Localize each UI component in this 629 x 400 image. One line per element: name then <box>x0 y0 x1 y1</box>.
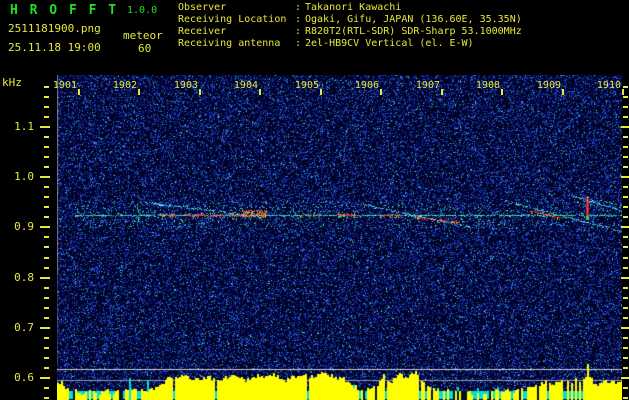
right-freq-minor-tick <box>623 267 628 269</box>
right-freq-minor-tick <box>623 397 628 399</box>
freq-minor-tick <box>44 387 49 389</box>
time-tick <box>622 89 624 95</box>
freq-minor-tick <box>44 206 49 208</box>
right-freq-minor-tick <box>623 186 628 188</box>
freq-minor-tick <box>44 307 49 309</box>
right-freq-minor-tick <box>623 357 628 359</box>
freq-minor-tick <box>44 196 49 198</box>
freq-minor-tick <box>44 106 49 108</box>
station-info-row: Observer: Takanori Kawachi <box>178 2 522 14</box>
right-freq-minor-tick <box>623 287 628 289</box>
spectrogram-canvas <box>57 75 622 400</box>
right-freq-minor-tick <box>623 236 628 238</box>
station-info-row: Receiving Location: Ogaki, Gifu, JAPAN (1… <box>178 14 522 26</box>
hrofft-window: H R O F F T 1.0.0 2511181900.png meteor … <box>0 0 629 400</box>
info-value: R820T2(RTL-SDR) SDR-Sharp 53.1000MHz <box>305 26 522 37</box>
freq-axis-label: 0.7 <box>14 321 34 334</box>
station-info-row: Receiver: R820T2(RTL-SDR) SDR-Sharp 53.10… <box>178 26 522 38</box>
output-filename: 2511181900.png <box>8 22 101 35</box>
freq-unit-label: kHz <box>2 76 22 89</box>
freq-minor-tick <box>44 287 49 289</box>
right-freq-minor-tick <box>623 106 628 108</box>
right-freq-minor-tick <box>623 257 628 259</box>
station-info: Observer: Takanori Kawachi Receiving Loca… <box>178 2 522 50</box>
station-info-row: Receiving antenna:2el-HB9CV Vertical (el… <box>178 38 522 50</box>
right-freq-major-tick <box>621 327 629 329</box>
right-freq-minor-tick <box>623 246 628 248</box>
info-label: Receiving Location <box>178 14 287 25</box>
freq-minor-tick <box>44 246 49 248</box>
freq-major-tick <box>40 126 50 128</box>
freq-major-tick <box>40 176 50 178</box>
freq-minor-tick <box>44 186 49 188</box>
right-freq-major-tick <box>621 226 629 228</box>
right-freq-minor-tick <box>623 297 628 299</box>
freq-major-tick <box>40 377 50 379</box>
right-freq-minor-tick <box>623 317 628 319</box>
info-label: Observer <box>178 2 227 13</box>
freq-minor-tick <box>44 86 49 88</box>
right-freq-minor-tick <box>623 156 628 158</box>
freq-major-tick <box>40 277 50 279</box>
freq-minor-tick <box>44 357 49 359</box>
right-freq-minor-tick <box>623 367 628 369</box>
right-freq-minor-tick <box>623 307 628 309</box>
freq-axis-label: 0.6 <box>14 371 34 384</box>
right-freq-minor-tick <box>623 136 628 138</box>
freq-axis-label: 1.1 <box>14 120 34 133</box>
freq-minor-tick <box>44 96 49 98</box>
freq-minor-tick <box>44 297 49 299</box>
freq-minor-tick <box>44 397 49 399</box>
info-colon: : <box>295 38 302 49</box>
freq-major-tick <box>40 226 50 228</box>
right-freq-major-tick <box>621 126 629 128</box>
info-value: Ogaki, Gifu, JAPAN (136.60E, 35.35N) <box>305 14 522 25</box>
freq-minor-tick <box>44 347 49 349</box>
freq-minor-tick <box>44 367 49 369</box>
right-freq-minor-tick <box>623 387 628 389</box>
app-title: H R O F F T <box>10 3 119 18</box>
right-freq-minor-tick <box>623 206 628 208</box>
freq-minor-tick <box>44 166 49 168</box>
right-freq-minor-tick <box>623 337 628 339</box>
right-freq-minor-tick <box>623 96 628 98</box>
right-freq-major-tick <box>621 277 629 279</box>
freq-axis-label: 1.0 <box>14 170 34 183</box>
right-freq-major-tick <box>621 377 629 379</box>
freq-minor-tick <box>44 116 49 118</box>
app-version: 1.0.0 <box>127 5 158 16</box>
freq-minor-tick <box>44 337 49 339</box>
freq-major-tick <box>40 327 50 329</box>
info-label: Receiver <box>178 26 227 37</box>
right-freq-minor-tick <box>623 347 628 349</box>
right-freq-minor-tick <box>623 196 628 198</box>
info-value: Takanori Kawachi <box>305 2 402 13</box>
freq-minor-tick <box>44 267 49 269</box>
freq-minor-tick <box>44 257 49 259</box>
freq-minor-tick <box>44 317 49 319</box>
freq-minor-tick <box>44 136 49 138</box>
right-freq-minor-tick <box>623 216 628 218</box>
mode-label: meteor <box>123 29 163 42</box>
freq-minor-tick <box>44 236 49 238</box>
info-colon: : <box>295 14 302 25</box>
freq-axis-label: 0.9 <box>14 220 34 233</box>
right-freq-major-tick <box>621 176 629 178</box>
right-freq-minor-tick <box>623 86 628 88</box>
info-colon: : <box>295 2 302 13</box>
duration-seconds: 60 <box>138 42 152 55</box>
info-label: Receiving antenna <box>178 38 281 49</box>
record-datetime: 25.11.18 19:00 <box>8 41 101 54</box>
right-freq-minor-tick <box>623 116 628 118</box>
right-freq-minor-tick <box>623 166 628 168</box>
info-value: 2el-HB9CV Vertical (el. E-W) <box>305 38 474 49</box>
right-freq-minor-tick <box>623 146 628 148</box>
freq-minor-tick <box>44 156 49 158</box>
freq-minor-tick <box>44 146 49 148</box>
info-colon: : <box>295 26 302 37</box>
freq-minor-tick <box>44 216 49 218</box>
freq-axis-label: 0.8 <box>14 271 34 284</box>
